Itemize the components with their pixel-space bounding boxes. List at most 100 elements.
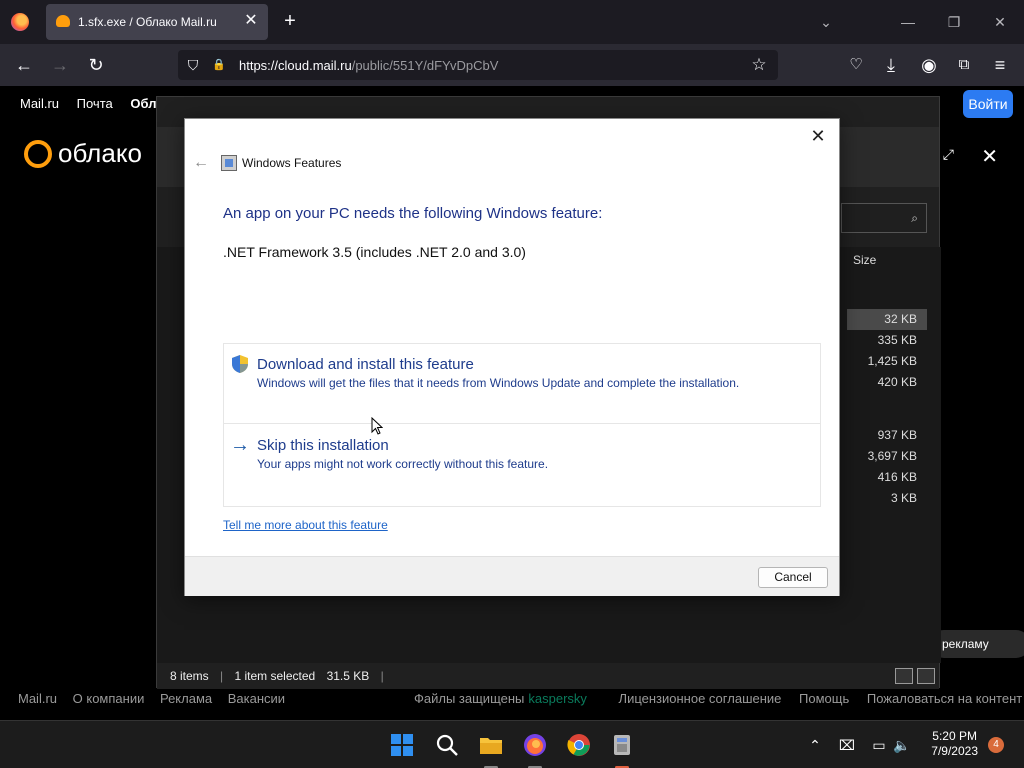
- screen: 1.sfx.exe / Облако Mail.ru ✕ + ⌄ — ❐ ✕ ←…: [0, 0, 1024, 768]
- login-button[interactable]: Войти: [963, 90, 1013, 118]
- status-selected: 1 item selected: [234, 669, 316, 683]
- extensions-icon[interactable]: ⧉: [953, 54, 975, 76]
- tab-close-icon[interactable]: ✕: [242, 12, 260, 30]
- notification-badge[interactable]: 4: [988, 737, 1004, 753]
- firefox-icon: [11, 13, 29, 31]
- explorer-search-icon[interactable]: ⌕: [841, 203, 927, 233]
- reload-button[interactable]: ↻: [85, 54, 107, 76]
- forward-button[interactable]: →: [49, 54, 71, 76]
- footer-files-protected: Файлы защищены kaspersky: [414, 691, 601, 706]
- clock[interactable]: 5:20 PM 7/9/2023: [931, 729, 978, 759]
- tiles-view-icon[interactable]: [917, 668, 935, 684]
- chrome-icon[interactable]: [567, 733, 591, 757]
- url-text: https://cloud.mail.ru/public/551Y/dFYvDp…: [239, 58, 498, 73]
- footer-left: Mail.ru О компании Реклама Вакансии: [18, 691, 297, 706]
- new-tab-button[interactable]: +: [280, 11, 300, 31]
- network-icon[interactable]: ⌧: [838, 736, 856, 754]
- status-divider: |: [380, 669, 384, 683]
- uac-shield-icon: [232, 355, 248, 373]
- cloud-logo-icon: [24, 140, 52, 168]
- dialog-title: Windows Features: [242, 156, 342, 170]
- dialog-close-button[interactable]: ✕: [805, 123, 831, 149]
- dialog-back-arrow-icon[interactable]: ←: [191, 153, 211, 173]
- footer-link-ads[interactable]: Реклама: [160, 691, 212, 706]
- cloud-favicon-icon: [56, 15, 70, 27]
- footer-link-report[interactable]: Пожаловаться на контент: [867, 691, 1022, 706]
- windows-features-icon: [221, 155, 237, 171]
- file-size-cell[interactable]: 32 KB: [847, 309, 927, 330]
- file-size-cell[interactable]: 3,697 KB: [847, 446, 927, 467]
- status-size: 31.5 KB: [326, 669, 370, 683]
- browser-tab[interactable]: 1.sfx.exe / Облако Mail.ru ✕: [46, 4, 268, 40]
- report-ad-button[interactable]: рекламу: [930, 630, 1024, 658]
- option-skip-desc: Your apps might not work correctly witho…: [257, 457, 549, 471]
- close-window-button[interactable]: ✕: [990, 12, 1010, 32]
- footer-link-jobs[interactable]: Вакансии: [228, 691, 285, 706]
- tray-overflow-chevron-icon[interactable]: ⌃: [806, 736, 824, 754]
- file-size-cell[interactable]: 420 KB: [847, 372, 927, 393]
- volume-icon[interactable]: 🔈: [893, 736, 911, 754]
- clock-date: 7/9/2023: [931, 744, 978, 758]
- minimize-button[interactable]: —: [898, 12, 918, 32]
- lock-icon[interactable]: 🔒: [210, 56, 228, 74]
- tracking-shield-icon[interactable]: ⛉: [184, 56, 202, 74]
- menu-pochta[interactable]: Почта: [77, 96, 113, 111]
- expand-icon[interactable]: ⤢: [943, 146, 954, 163]
- windows-taskbar: ⌃ ⌧ ▭ 🔈 5:20 PM 7/9/2023 4: [0, 720, 1024, 768]
- firefox-taskbar-icon[interactable]: [523, 733, 547, 757]
- portal-menu: Mail.ru Почта Обла: [20, 96, 178, 111]
- footer-right: Файлы защищены kaspersky Лицензионное сог…: [414, 691, 1024, 706]
- details-view-icon[interactable]: [895, 668, 913, 684]
- column-header-size[interactable]: Size: [853, 253, 876, 267]
- dialog-footer: Cancel: [185, 556, 839, 596]
- clock-time: 5:20 PM: [932, 729, 977, 743]
- file-size-cell[interactable]: 335 KB: [847, 330, 927, 351]
- arrow-right-icon: →: [230, 434, 250, 456]
- footer-link-mailru[interactable]: Mail.ru: [18, 691, 57, 706]
- file-size-cell[interactable]: 416 KB: [847, 467, 927, 488]
- file-size-cell[interactable]: 1,425 KB: [847, 351, 927, 372]
- option-download-title: Download and install this feature: [257, 356, 474, 373]
- option-skip-title: Skip this installation: [257, 437, 389, 454]
- search-icon[interactable]: [435, 733, 459, 757]
- back-button[interactable]: ←: [13, 54, 35, 76]
- downloads-icon[interactable]: ⤓: [880, 54, 902, 76]
- url-host: https://cloud.mail.ru: [239, 58, 352, 73]
- bookmark-star-icon[interactable]: ☆: [750, 56, 768, 74]
- windows-features-dialog: ✕ ← Windows Features An app on your PC n…: [184, 118, 840, 596]
- download-install-option[interactable]: Download and install this feature Window…: [223, 343, 821, 424]
- app-menu-icon[interactable]: ≡: [989, 54, 1011, 76]
- status-item-count: 8 items: [170, 669, 209, 683]
- mouse-cursor-icon: [371, 417, 383, 435]
- required-feature-name: .NET Framework 3.5 (includes .NET 2.0 an…: [223, 244, 526, 260]
- installer-app-icon[interactable]: [610, 733, 634, 757]
- list-tabs-icon[interactable]: ⌄: [816, 12, 836, 32]
- restore-button[interactable]: ❐: [944, 12, 964, 32]
- url-bar[interactable]: ⛉ 🔒 https://cloud.mail.ru/public/551Y/dF…: [178, 50, 778, 80]
- start-menu-icon[interactable]: [390, 733, 414, 757]
- skip-installation-option[interactable]: → Skip this installation Your apps might…: [223, 424, 821, 507]
- kaspersky-logo: kaspersky: [528, 691, 587, 706]
- file-explorer-icon[interactable]: [479, 733, 503, 757]
- browser-navbar: ← → ↻ ⛉ 🔒 https://cloud.mail.ru/public/5…: [0, 44, 1024, 86]
- browser-tabbar: 1.sfx.exe / Облако Mail.ru ✕ + ⌄ — ❐ ✕: [0, 0, 1024, 44]
- file-size-column: 32 KB 335 KB 1,425 KB 420 KB 937 KB 3,69…: [847, 309, 927, 509]
- menu-mailru[interactable]: Mail.ru: [20, 96, 59, 111]
- account-icon[interactable]: ◉: [918, 54, 940, 76]
- cancel-button[interactable]: Cancel: [758, 567, 828, 588]
- pocket-icon[interactable]: ♡: [845, 54, 867, 76]
- learn-more-link[interactable]: Tell me more about this feature: [223, 518, 388, 532]
- explorer-status-bar: 8 items | 1 item selected 31.5 KB |: [157, 663, 939, 689]
- file-size-cell[interactable]: 937 KB: [847, 425, 927, 446]
- option-download-desc: Windows will get the files that it needs…: [257, 376, 740, 390]
- footer-link-about[interactable]: О компании: [73, 691, 145, 706]
- file-size-cell[interactable]: 3 KB: [847, 488, 927, 509]
- dialog-heading: An app on your PC needs the following Wi…: [223, 205, 603, 222]
- footer-link-help[interactable]: Помощь: [799, 691, 849, 706]
- display-icon[interactable]: ▭: [870, 736, 888, 754]
- status-divider: |: [220, 669, 224, 683]
- footer-link-license[interactable]: Лицензионное соглашение: [619, 691, 782, 706]
- viewer-close-icon[interactable]: ✕: [981, 144, 998, 169]
- cloud-logo-text: облако: [58, 138, 142, 168]
